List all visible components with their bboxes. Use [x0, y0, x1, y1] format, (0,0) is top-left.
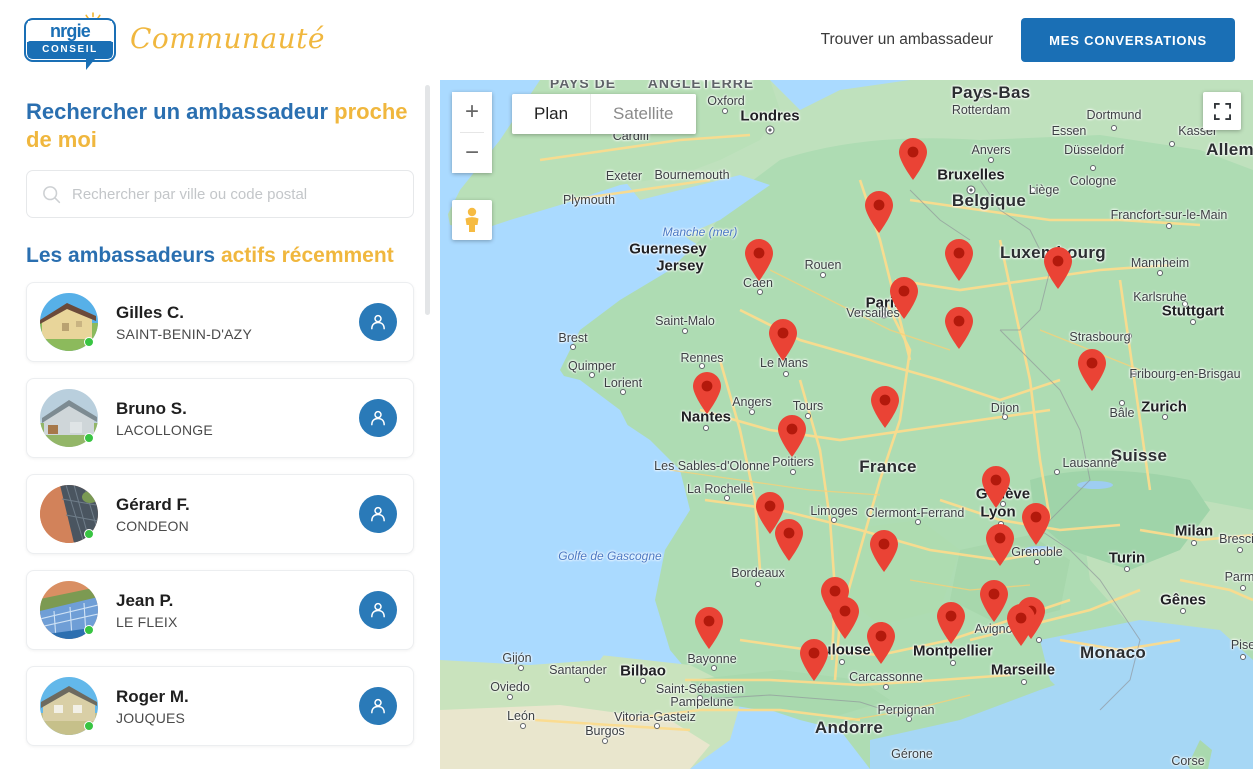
- map-type-plan-button[interactable]: Plan: [512, 94, 591, 134]
- recent-heading-main: Les ambassadeurs: [26, 244, 221, 268]
- map-pin[interactable]: [829, 596, 861, 645]
- map-pin[interactable]: [776, 414, 808, 463]
- ambassador-card[interactable]: Roger M. JOUQUES: [26, 666, 414, 747]
- ambassador-city: SAINT-BENIN-D'AZY: [116, 325, 252, 342]
- app-header: nrgie CONSEIL Communauté Trouver un amba…: [0, 0, 1253, 80]
- map-pin[interactable]: [691, 371, 723, 420]
- sidebar: Rechercher un ambassadeur proche de moi …: [0, 80, 440, 769]
- contact-ambassador-button[interactable]: [359, 303, 397, 342]
- map-pin[interactable]: [767, 318, 799, 367]
- map-pin[interactable]: [935, 601, 967, 650]
- ambassador-list: Gilles C. SAINT-BENIN-D'AZY Bruno S. LACOLL…: [0, 282, 440, 747]
- ambassador-card[interactable]: Gérard F. CONDEON: [26, 474, 414, 555]
- online-status-dot: [84, 625, 94, 636]
- avatar: [40, 581, 98, 640]
- ambassador-city: JOUQUES: [116, 709, 186, 726]
- contact-ambassador-button[interactable]: [359, 495, 397, 534]
- map-pin[interactable]: [1076, 348, 1108, 397]
- map-pin[interactable]: [743, 238, 775, 287]
- map-pin[interactable]: [897, 137, 929, 186]
- map-pin[interactable]: [1042, 246, 1074, 295]
- ambassador-name: Jean P.: [116, 591, 174, 611]
- contact-ambassador-button[interactable]: [359, 687, 397, 726]
- map-pin[interactable]: [888, 276, 920, 325]
- person-glyph: [371, 411, 385, 426]
- person-glyph: [371, 315, 385, 330]
- map-pin[interactable]: [865, 621, 897, 670]
- ambassador-info: Roger M. JOUQUES: [116, 687, 359, 725]
- ambassador-info: Bruno S. LACOLLONGE: [116, 399, 359, 437]
- fullscreen-icon[interactable]: [1203, 92, 1241, 130]
- person-glyph: [371, 603, 385, 618]
- search-input[interactable]: [72, 185, 399, 203]
- person-glyph: [371, 507, 385, 522]
- nrgie-conseil-logo[interactable]: nrgie CONSEIL: [24, 12, 116, 70]
- ambassador-name: Roger M.: [116, 687, 189, 707]
- zoom-out-button[interactable]: −: [452, 133, 492, 173]
- online-status-dot: [84, 337, 94, 348]
- avatar: [40, 485, 98, 544]
- logo-wordmark: nrgie: [28, 21, 112, 41]
- ambassador-card[interactable]: Gilles C. SAINT-BENIN-D'AZY: [26, 282, 414, 363]
- map-pin[interactable]: [868, 529, 900, 578]
- recent-heading-accent: actifs récemment: [220, 244, 394, 268]
- contact-ambassador-button[interactable]: [359, 591, 397, 630]
- my-conversations-button[interactable]: MES CONVERSATIONS: [1021, 18, 1235, 62]
- map-pin[interactable]: [863, 190, 895, 239]
- map-pin[interactable]: [984, 523, 1016, 572]
- map-zoom-controls: + −: [452, 92, 492, 173]
- map-type-switch: Plan Satellite: [512, 94, 696, 134]
- online-status-dot: [84, 529, 94, 540]
- ambassador-card[interactable]: Bruno S. LACOLLONGE: [26, 378, 414, 459]
- map-pin[interactable]: [1020, 502, 1052, 551]
- map-pin[interactable]: [1005, 603, 1037, 652]
- header-actions: Trouver un ambassadeur MES CONVERSATIONS: [821, 18, 1235, 62]
- online-status-dot: [84, 433, 94, 444]
- ambassador-name: Gilles C.: [116, 303, 185, 323]
- page-body: Rechercher un ambassadeur proche de moi …: [0, 80, 1253, 769]
- ambassador-city: CONDEON: [116, 517, 189, 534]
- brand[interactable]: nrgie CONSEIL Communauté: [24, 12, 325, 70]
- ambassador-info: Jean P. LE FLEIX: [116, 591, 359, 629]
- ambassador-name: Gérard F.: [116, 495, 190, 515]
- search-box[interactable]: [26, 170, 414, 219]
- map-pin[interactable]: [773, 518, 805, 567]
- search-heading-main: Rechercher un ambassadeur: [26, 99, 335, 124]
- app-root: nrgie CONSEIL Communauté Trouver un amba…: [0, 0, 1253, 769]
- sidebar-scrollbar-thumb[interactable]: [425, 85, 430, 315]
- ambassador-info: Gérard F. CONDEON: [116, 495, 359, 533]
- ambassador-info: Gilles C. SAINT-BENIN-D'AZY: [116, 303, 359, 341]
- pegman-glyph: [465, 207, 479, 232]
- ambassador-card[interactable]: Jean P. LE FLEIX: [26, 570, 414, 651]
- map-pin[interactable]: [693, 606, 725, 655]
- avatar: [40, 677, 98, 736]
- logo-subtitle: CONSEIL: [28, 41, 112, 58]
- map-pin[interactable]: [869, 385, 901, 434]
- map-basemap: [440, 80, 1253, 769]
- find-ambassador-link[interactable]: Trouver un ambassadeur: [821, 31, 994, 49]
- ambassador-name: Bruno S.: [116, 399, 187, 419]
- street-view-pegman-icon[interactable]: [452, 200, 492, 240]
- community-title: Communauté: [130, 21, 325, 55]
- person-glyph: [371, 699, 385, 714]
- avatar: [40, 389, 98, 448]
- avatar: [40, 293, 98, 352]
- search-heading: Rechercher un ambassadeur proche de moi: [0, 98, 440, 154]
- map-type-satellite-button[interactable]: Satellite: [590, 94, 696, 134]
- ambassador-city: LE FLEIX: [116, 613, 178, 630]
- zoom-in-button[interactable]: +: [452, 92, 492, 132]
- logo-speech-tail: [86, 59, 95, 70]
- map-pin[interactable]: [798, 638, 830, 687]
- ambassador-city: LACOLLONGE: [116, 421, 213, 438]
- fullscreen-glyph: [1213, 102, 1231, 120]
- map-pin[interactable]: [943, 238, 975, 287]
- search-icon: [43, 185, 61, 203]
- online-status-dot: [84, 721, 94, 732]
- recent-ambassadors-heading: Les ambassadeurs actifs récemment: [0, 244, 440, 268]
- map-canvas[interactable]: Pays-BasBelgiqueLuxembourgAllemSuisseFra…: [440, 80, 1253, 769]
- logo-badge: nrgie CONSEIL: [24, 18, 116, 62]
- map-pin[interactable]: [980, 465, 1012, 514]
- map-pin[interactable]: [943, 306, 975, 355]
- contact-ambassador-button[interactable]: [359, 399, 397, 438]
